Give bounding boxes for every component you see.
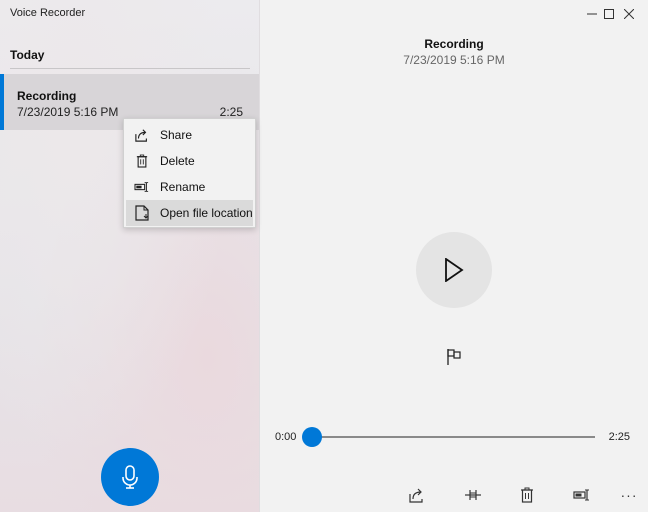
- recording-duration: 2:25: [219, 105, 243, 119]
- menu-item-delete[interactable]: Delete: [124, 148, 255, 174]
- player-date: 7/23/2019 5:16 PM: [403, 53, 505, 67]
- toolbar-more-button[interactable]: ···: [619, 486, 639, 504]
- share-icon: [135, 129, 147, 142]
- toolbar-trim-button[interactable]: [463, 486, 483, 504]
- file-location-icon: [135, 205, 149, 221]
- toolbar-share-button[interactable]: [407, 486, 427, 504]
- rename-icon: [573, 489, 589, 501]
- trash-icon: [136, 154, 148, 168]
- position-time: 0:00: [275, 431, 297, 443]
- close-button[interactable]: [612, 0, 646, 28]
- microphone-icon: [122, 465, 138, 489]
- record-button[interactable]: [101, 448, 159, 506]
- menu-item-label: Rename: [160, 180, 206, 194]
- trim-icon: [465, 490, 481, 500]
- player-pane: Recording 7/23/2019 5:16 PM 0:00 2:25 ··…: [260, 0, 648, 512]
- app-title: Voice Recorder: [10, 7, 86, 19]
- menu-item-label: Open file location: [160, 206, 253, 220]
- toolbar-delete-button[interactable]: [517, 486, 537, 504]
- menu-item-label: Share: [160, 128, 193, 142]
- rename-icon: [134, 182, 149, 192]
- seek-thumb[interactable]: [302, 427, 322, 447]
- menu-item-share[interactable]: Share: [124, 122, 255, 148]
- add-marker-button[interactable]: [446, 348, 462, 366]
- more-icon: ···: [620, 487, 638, 503]
- seek-track[interactable]: [312, 436, 595, 438]
- section-header-today: Today: [10, 48, 45, 62]
- menu-item-open-file-location[interactable]: Open file location: [126, 200, 253, 226]
- player-title: Recording: [424, 37, 484, 51]
- menu-item-rename[interactable]: Rename: [124, 174, 255, 200]
- flag-icon: [447, 349, 461, 365]
- toolbar-rename-button[interactable]: [572, 486, 592, 504]
- trash-icon: [521, 487, 533, 503]
- menu-item-label: Delete: [160, 154, 195, 168]
- context-menu: Share Delete Rename Open file location: [123, 118, 256, 228]
- recordings-pane: Voice Recorder Today Recording 7/23/2019…: [0, 0, 260, 512]
- recording-date: 7/23/2019 5:16 PM: [17, 105, 119, 119]
- duration-time: 2:25: [608, 431, 630, 443]
- selection-indicator: [0, 74, 4, 130]
- close-icon: [624, 9, 634, 19]
- share-icon: [409, 488, 423, 503]
- play-button[interactable]: [416, 232, 492, 308]
- section-divider: [10, 68, 250, 69]
- play-icon: [445, 258, 464, 282]
- recording-name: Recording: [17, 89, 77, 103]
